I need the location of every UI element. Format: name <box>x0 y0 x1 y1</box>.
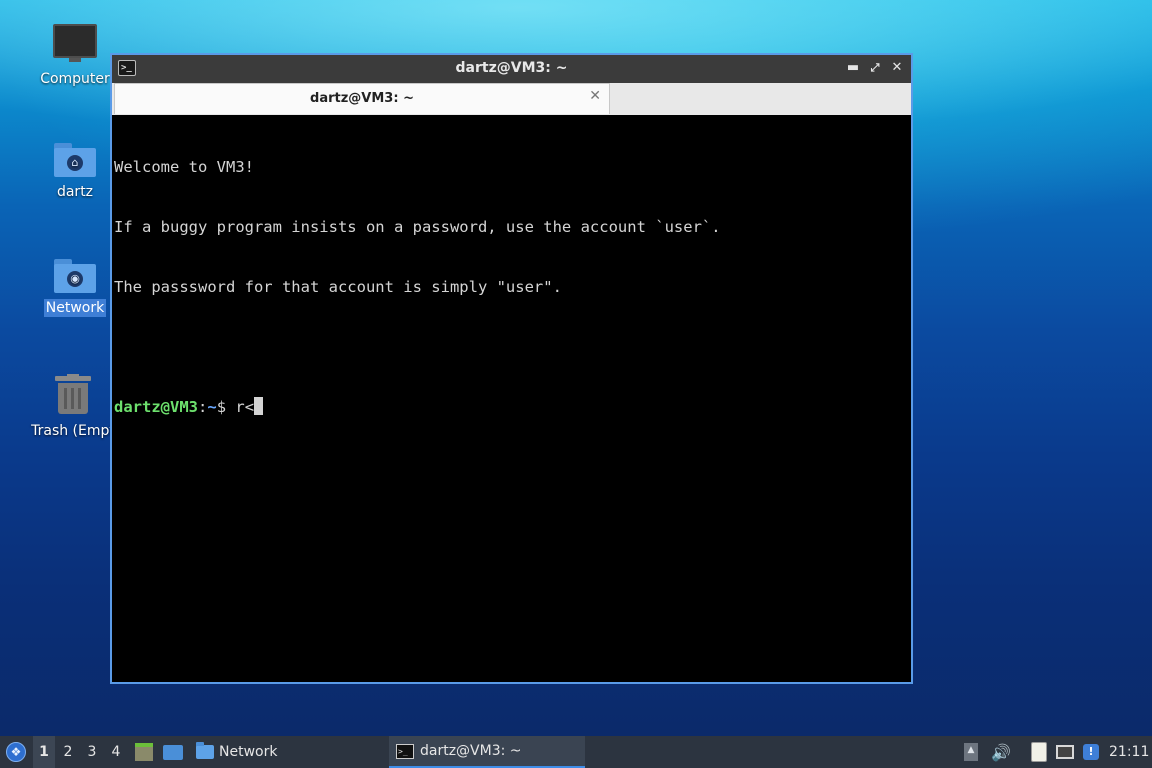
desktop-background: Computer ⌂ dartz ◉ Network Trash (Empt >… <box>0 0 1152 736</box>
window-titlebar[interactable]: >_ dartz@VM3: ~ ▬ ⤢ ✕ <box>112 55 911 83</box>
network-status-icon[interactable] <box>1054 736 1076 768</box>
task-label: Network <box>219 744 278 760</box>
prompt-symbol: $ <box>216 398 236 416</box>
desktop-icon-label: dartz <box>56 184 94 200</box>
clock[interactable]: 21:11 <box>1109 736 1149 768</box>
home-folder-icon: ⌂ <box>54 143 96 177</box>
tab-close-icon[interactable]: ✕ <box>589 88 601 104</box>
computer-icon <box>53 24 97 62</box>
tab-terminal[interactable]: dartz@VM3: ~ ✕ <box>114 83 610 114</box>
command-input[interactable]: r< <box>235 398 254 416</box>
desktop-icon-label: Trash (Empt <box>31 423 115 439</box>
close-button[interactable]: ✕ <box>887 58 907 78</box>
tray-expand-icon[interactable]: ▲ <box>962 736 980 768</box>
task-terminal[interactable]: >_ dartz@VM3: ~ <box>389 736 585 768</box>
workspace-3[interactable]: 3 <box>81 736 103 768</box>
app-menu-icon[interactable]: ❖ <box>6 742 26 762</box>
window-title: dartz@VM3: ~ <box>455 60 568 76</box>
taskbar: ❖ 1 2 3 4 Network >_ dartz@VM3: ~ ▲ 🔊 ! … <box>0 736 1152 768</box>
workspace-1[interactable]: 1 <box>33 736 55 768</box>
clipboard-icon[interactable] <box>1028 736 1050 768</box>
desktop-icon-label: Computer <box>40 71 110 87</box>
volume-icon[interactable]: 🔊 <box>990 736 1012 768</box>
terminal-line: If a buggy program insists on a password… <box>114 218 721 236</box>
desktop-icon-home[interactable]: ⌂ dartz <box>30 143 120 201</box>
workspace-4[interactable]: 4 <box>105 736 127 768</box>
show-desktop-launcher[interactable] <box>161 736 185 768</box>
desktop-icon <box>163 745 183 760</box>
workspace-2[interactable]: 2 <box>57 736 79 768</box>
desktop-icon-trash[interactable]: Trash (Empt <box>28 374 118 440</box>
terminal-output[interactable]: Welcome to VM3! If a buggy program insis… <box>112 115 911 682</box>
maximize-button[interactable]: ⤢ <box>865 58 885 78</box>
terminal-line: Welcome to VM3! <box>114 158 254 176</box>
task-network[interactable]: Network <box>193 736 373 768</box>
prompt-user-host: dartz@VM3 <box>114 398 198 416</box>
terminal-window[interactable]: >_ dartz@VM3: ~ ▬ ⤢ ✕ dartz@VM3: ~ ✕ Wel… <box>110 53 913 684</box>
file-manager-launcher[interactable] <box>134 736 154 768</box>
folder-icon <box>196 742 214 759</box>
desktop-icon-computer[interactable]: Computer <box>30 24 120 88</box>
desktop-icon-label: Network <box>43 299 107 317</box>
tab-bar: dartz@VM3: ~ ✕ <box>112 83 911 116</box>
trash-icon <box>55 374 91 414</box>
terminal-prompt-line[interactable]: dartz@VM3:~$ r< <box>114 397 909 417</box>
prompt-separator: : <box>198 398 208 416</box>
prompt-path: ~ <box>207 398 217 416</box>
file-manager-icon <box>135 743 153 761</box>
terminal-line: The passsword for that account is simply… <box>114 278 562 296</box>
desktop-icon-network[interactable]: ◉ Network <box>30 259 120 317</box>
task-label: dartz@VM3: ~ <box>420 743 522 759</box>
terminal-icon: >_ <box>396 743 414 759</box>
minimize-button[interactable]: ▬ <box>843 58 863 78</box>
tab-label: dartz@VM3: ~ <box>310 91 414 106</box>
network-folder-icon: ◉ <box>54 259 96 293</box>
text-cursor <box>254 397 264 415</box>
notification-icon[interactable]: ! <box>1080 736 1102 768</box>
